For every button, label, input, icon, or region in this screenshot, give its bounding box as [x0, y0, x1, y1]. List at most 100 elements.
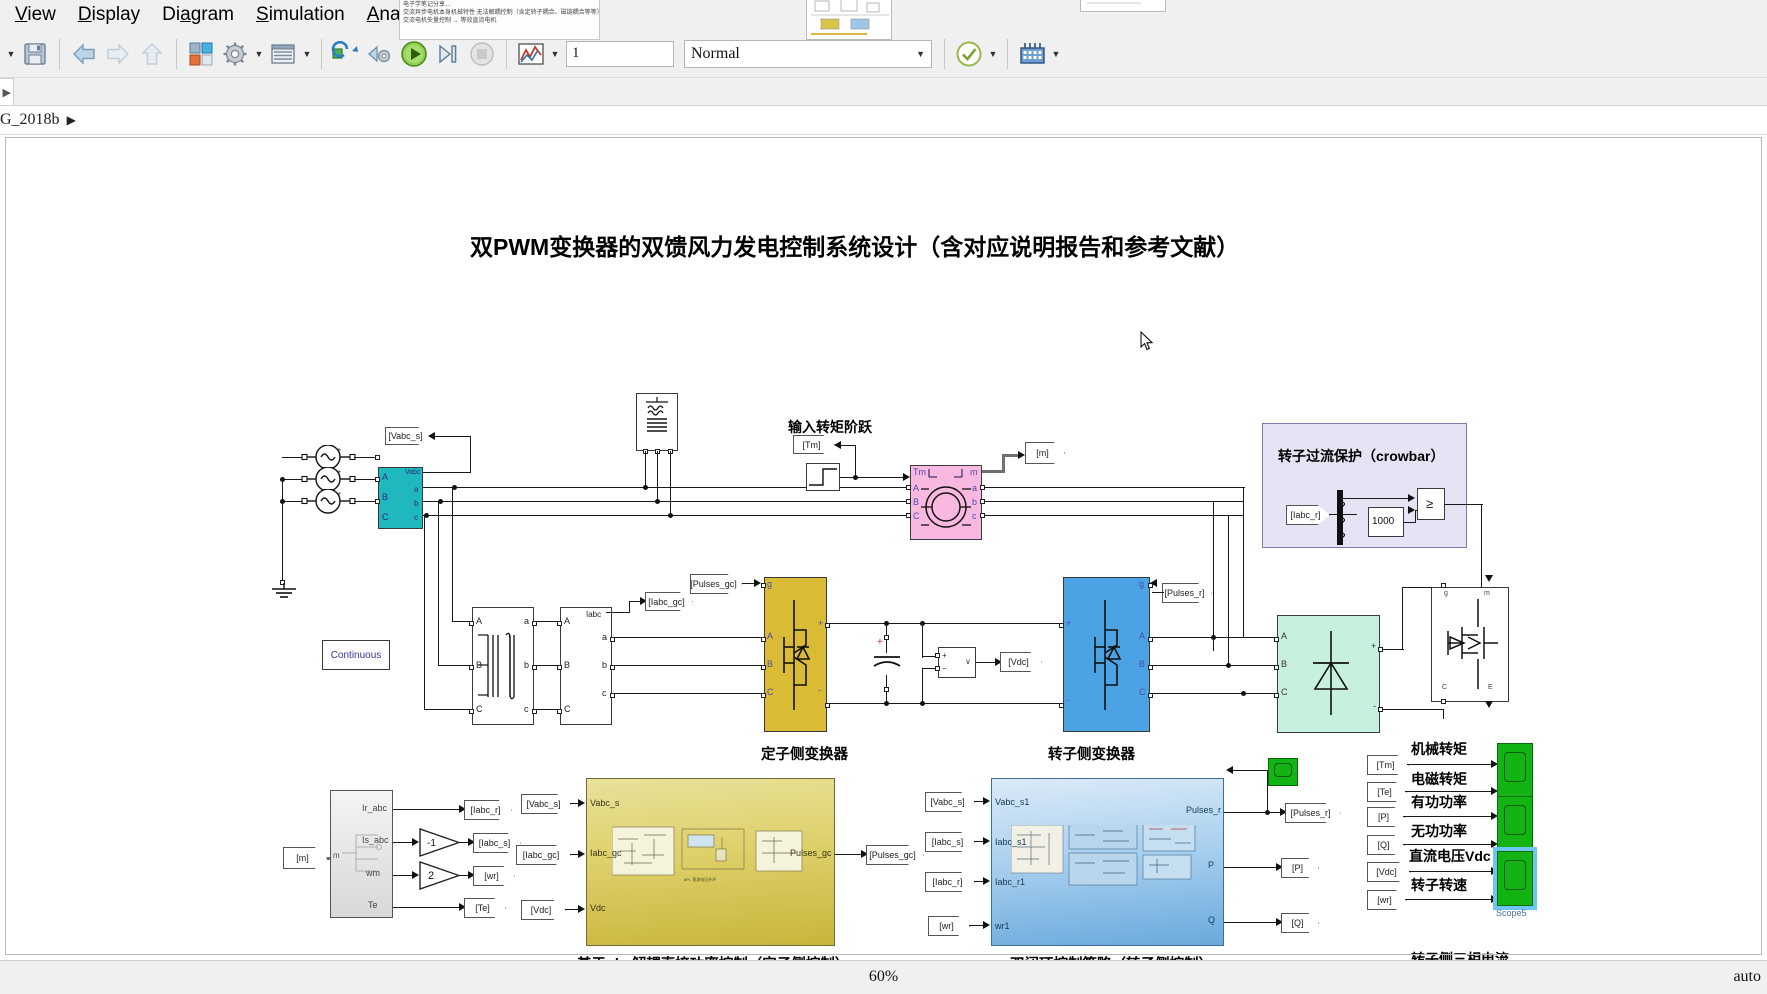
svg-text:+: +: [337, 491, 341, 498]
from-tag-wr-scope[interactable]: [wr]: [1367, 890, 1407, 910]
from-tag-pulses-r[interactable]: [Pulses_r]: [1162, 583, 1212, 603]
goto-tag-tm[interactable]: [Tm]: [793, 435, 835, 454]
inspector-dropdown-caret[interactable]: ▼: [548, 49, 562, 59]
back-icon[interactable]: [67, 37, 101, 71]
from-tag-iabc-gc-stator[interactable]: [Iabc_gc]: [516, 845, 571, 865]
simulation-mode-select[interactable]: Normal ▼: [684, 39, 932, 68]
goto-tag-pulses-r[interactable]: [Pulses_r]: [1285, 803, 1341, 823]
junction: [643, 485, 648, 490]
goto-tag-pulses-gc[interactable]: [Pulses_gc]: [866, 845, 924, 865]
goto-tag-te[interactable]: [Te]: [464, 898, 506, 918]
port-label-plus: +: [1066, 618, 1072, 628]
from-tag-tm-scope[interactable]: [Tm]: [1367, 755, 1409, 775]
wire: [452, 621, 470, 623]
explorer-dropdown-caret[interactable]: ▼: [300, 49, 314, 59]
menu-item-diagram[interactable]: Diagram: [151, 2, 245, 28]
label-gsc: 定子侧变换器: [761, 747, 848, 763]
gain-block-2[interactable]: 2: [419, 861, 461, 891]
toolbar-overflow-caret[interactable]: ▼: [4, 49, 18, 59]
goto-tag-Q[interactable]: [Q]: [1281, 913, 1319, 933]
gear-icon[interactable]: [218, 37, 252, 71]
legend-dropdown-caret[interactable]: ▼: [1049, 49, 1063, 59]
label-stator-control: 基于 dq 解耦直接功率控制（定子侧控制）: [577, 953, 849, 960]
pin: [1059, 703, 1064, 708]
update-model-icon[interactable]: [329, 37, 363, 71]
capacitor-polarity: +: [877, 637, 883, 648]
run-icon[interactable]: [397, 37, 431, 71]
menu-item-display[interactable]: Display: [67, 2, 151, 28]
goto-tag-iabc-gc[interactable]: [Iabc_gc]: [645, 592, 693, 611]
pin: [761, 665, 766, 670]
gain-block-neg1[interactable]: -1: [419, 828, 461, 858]
library-browser-icon[interactable]: [184, 37, 218, 71]
scope-vdc-speed[interactable]: [1493, 847, 1537, 910]
svg-text:2: 2: [428, 870, 434, 882]
wire: [1213, 501, 1215, 651]
from-tag-iabc-s-rotor[interactable]: [Iabc_s]: [925, 832, 975, 852]
from-tag-p-scope[interactable]: [P]: [1367, 807, 1405, 827]
wire: [393, 907, 463, 909]
advisor-dropdown-caret[interactable]: ▼: [986, 49, 1000, 59]
goto-tag-vabc-s[interactable]: [Vabc_s]: [385, 427, 431, 445]
from-tag-wr-rotor[interactable]: [wr]: [928, 916, 970, 936]
from-tag-vabc-s-rotor[interactable]: [Vabc_s]: [925, 792, 975, 812]
wire: [438, 501, 440, 665]
model-tab[interactable]: ▶: [0, 78, 14, 105]
wire: [614, 665, 764, 667]
arrow: [1150, 579, 1157, 587]
scope-power[interactable]: [1497, 796, 1533, 851]
save-icon[interactable]: [18, 37, 52, 71]
from-tag-m[interactable]: [m]: [283, 847, 327, 869]
goto-tag-iabc-r[interactable]: [Iabc_r]: [464, 800, 512, 820]
step-block[interactable]: [806, 463, 840, 491]
model-canvas[interactable]: 双PWM变换器的双馈风力发电控制系统设计（含对应说明报告和参考文献） + + +…: [0, 135, 1767, 960]
gear-dropdown-caret[interactable]: ▼: [252, 49, 266, 59]
data-inspector-icon[interactable]: [514, 37, 548, 71]
breadcrumb-model-name[interactable]: G_2018b: [0, 111, 60, 129]
port-label-a: a: [972, 483, 978, 493]
model-explorer-icon[interactable]: [266, 37, 300, 71]
svg-text:+: +: [337, 447, 341, 454]
from-tag-vdc-scope[interactable]: [Vdc]: [1367, 862, 1411, 882]
port-label-g: g: [1444, 590, 1448, 597]
wire: [657, 451, 659, 501]
pin: [375, 455, 380, 460]
from-tag-q-scope[interactable]: [Q]: [1367, 835, 1405, 855]
wire: [855, 445, 857, 478]
from-tag-iabc-r-rotor[interactable]: [Iabc_r]: [925, 872, 975, 892]
menu-item-simulation[interactable]: Simulation: [245, 2, 356, 28]
simulation-stop-time-input[interactable]: [566, 40, 674, 67]
port-label-C: C: [767, 687, 774, 697]
pin: [761, 693, 766, 698]
scope-torque[interactable]: [1497, 743, 1533, 798]
goto-tag-iabc-s[interactable]: [Iabc_s]: [473, 833, 521, 853]
port-label-C: C: [913, 511, 920, 521]
scope-block-display[interactable]: [1268, 758, 1298, 786]
from-tag-pulses-gc[interactable]: [Pulses_gc]: [690, 574, 742, 594]
from-tag-vabc-s-stator[interactable]: [Vabc_s]: [521, 794, 571, 814]
build-icon[interactable]: [363, 37, 397, 71]
menu-item-view[interactable]: VViewiew: [4, 2, 67, 28]
sample-time-legend-icon[interactable]: [1015, 37, 1049, 71]
svg-text:dPi- 直流电压外环: dPi- 直流电压外环: [684, 876, 716, 882]
dc-bus-positive: [829, 623, 1059, 625]
model-advisor-icon[interactable]: [952, 37, 986, 71]
goto-tag-vdc[interactable]: [Vdc]: [1000, 652, 1042, 672]
port-label-C: C: [1442, 684, 1448, 691]
bus-selector-icon: [342, 834, 383, 872]
goto-tag-P[interactable]: [P]: [1281, 858, 1319, 878]
from-tag-vdc-stator[interactable]: [Vdc]: [521, 900, 566, 920]
page-title: 双PWM变换器的双馈风力发电控制系统设计（含对应说明报告和参考文献）: [470, 234, 1240, 260]
goto-tag-m[interactable]: [m]: [1025, 442, 1065, 464]
port-label-P: P: [1208, 860, 1215, 870]
capacitor-symbol[interactable]: [866, 650, 910, 680]
step-forward-icon[interactable]: [431, 37, 465, 71]
junction: [668, 513, 673, 518]
igbt-bridge-symbol: [783, 600, 811, 710]
compare-operator: ≥: [1426, 496, 1434, 511]
port-label-c: c: [524, 704, 529, 714]
from-tag-te-scope[interactable]: [Te]: [1367, 782, 1407, 802]
goto-tag-wr[interactable]: [wr]: [473, 866, 515, 886]
port-label-iabc-gc: Iabc_gc: [590, 848, 622, 858]
port-label-minus: -: [1373, 701, 1376, 711]
